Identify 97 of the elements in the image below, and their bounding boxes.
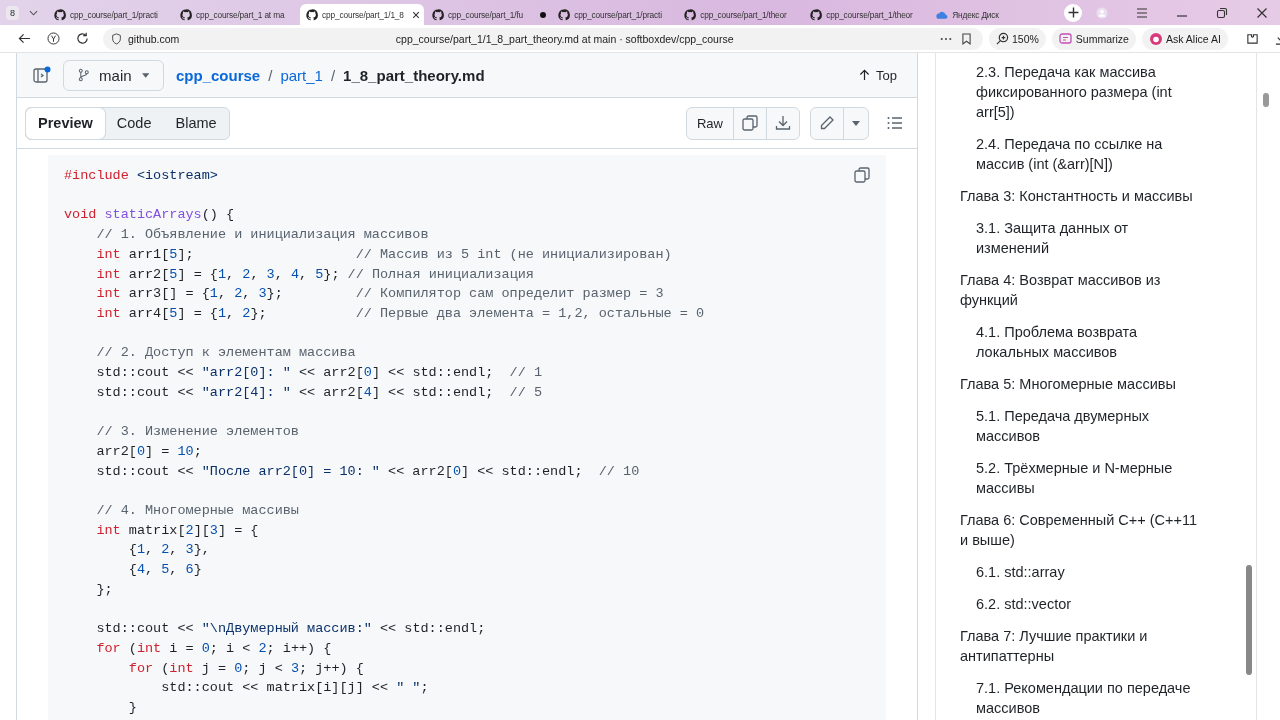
code-line: {4, 5, 6} xyxy=(127,561,202,579)
copy-icon xyxy=(854,167,870,183)
browser-tab[interactable]: Яндекс Диск xyxy=(930,4,1055,25)
code-line: } xyxy=(127,698,137,717)
outline-link[interactable]: Глава 6: Современный C++ (C++11 и выше) xyxy=(960,510,1205,550)
github-icon xyxy=(54,8,66,21)
code-line: }; xyxy=(95,580,113,599)
browser-tab[interactable]: cpp_course/part_1/theor xyxy=(804,4,929,25)
path-separator: / xyxy=(268,66,273,84)
outline-icon[interactable] xyxy=(887,116,903,130)
browser-logo-icon[interactable] xyxy=(47,32,60,45)
zoom-icon xyxy=(996,32,1009,45)
browser-tab[interactable]: cpp_course/part_1/fu xyxy=(426,4,551,25)
outline-link[interactable]: Глава 7: Лучшие практики и антипаттерны xyxy=(960,626,1205,666)
outline-link[interactable]: 2.4. Передача по ссылке на массив (int (&arr)[N]) xyxy=(960,134,1205,174)
tab-count[interactable]: 8 xyxy=(6,5,19,20)
code-line: std::cout << matrix[i][j] << " "; xyxy=(160,679,429,698)
breadcrumb-link[interactable]: cpp_course xyxy=(176,66,261,84)
zoom-button[interactable]: 150% xyxy=(989,27,1046,50)
code-line: // 3. Изменение элементов xyxy=(95,423,299,442)
view-tab[interactable]: Preview xyxy=(26,107,105,139)
copy-icon xyxy=(742,115,758,131)
pencil-icon xyxy=(819,115,835,131)
file-name: 1_8_part_theory.md xyxy=(343,66,485,84)
summarize-button[interactable]: Summarize xyxy=(1051,27,1136,50)
close-icon[interactable] xyxy=(412,10,421,19)
branch-selector[interactable]: main xyxy=(63,59,164,91)
code-line: // 4. Многомерные массивы xyxy=(95,501,299,520)
outline-link[interactable]: 5.2. Трёхмерные и N-мерные массивы xyxy=(960,458,1205,498)
code-line: int matrix[2][3] = { xyxy=(95,521,259,540)
copy-button[interactable] xyxy=(852,165,872,185)
code-line: int arr3[] = {1, 2, 3}; // Компилятор сам определит размер = 3 xyxy=(95,285,664,304)
address-bar[interactable]: github.com cpp_course/part_1/1_8_part_theory.md at main · softboxdev/cpp_course xyxy=(103,27,983,50)
github-icon xyxy=(558,8,571,21)
code-line: for (int i = 0; i < 2; i++) { xyxy=(95,639,332,658)
code-line: {1, 2, 3}, xyxy=(127,541,210,560)
outline-link[interactable]: 3.1. Защита данных от изменений xyxy=(960,218,1205,258)
branch-icon xyxy=(78,68,90,82)
sidebar-toggle-icon[interactable] xyxy=(33,66,51,84)
outline-link[interactable]: 4.1. Проблема возврата локальных массивов xyxy=(960,322,1205,362)
code-line: std::cout << "После arr2[0] = 10: " << arr2[0] << std::endl; // 10 xyxy=(95,462,640,481)
browser-tab[interactable]: cpp_course/part_1/theor xyxy=(678,4,803,25)
browser-tab[interactable]: cpp_course/part_1/practi xyxy=(48,4,173,25)
caret-icon xyxy=(141,72,149,78)
outline-link[interactable]: 7.1. Рекомендации по передаче массивов xyxy=(960,678,1205,718)
github-icon xyxy=(684,8,697,21)
code-line: int arr4[5] = {1, 2}; // Первые два элемента = 1,2, остальные = 0 xyxy=(95,304,705,323)
url-host: github.com xyxy=(128,32,180,45)
caret-icon xyxy=(852,120,860,126)
code-line: std::cout << "arr2[4]: " << arr2[4] << std::endl; // 5 xyxy=(95,383,543,402)
browser-tab[interactable]: cpp_course/part_1/1_8 xyxy=(300,4,425,25)
more-icon[interactable] xyxy=(940,36,952,41)
page-title: cpp_course/part_1/1_8_part_theory.md at main · softboxdev/cpp_course xyxy=(394,32,735,45)
shield-icon xyxy=(111,32,122,45)
code-line: #include <iostream> xyxy=(64,167,218,185)
close-icon[interactable] xyxy=(1255,6,1268,19)
extensions-icon[interactable] xyxy=(1245,32,1259,45)
code-line: void staticArrays() { xyxy=(64,206,235,225)
tab-indicator-dot xyxy=(540,11,547,18)
browser-tab[interactable]: cpp_course/part_1 at ma xyxy=(174,4,299,25)
menu-icon[interactable] xyxy=(1135,6,1148,19)
code-line: std::cout << "arr2[0]: " << arr2[0] << std::endl; // 1 xyxy=(95,364,543,382)
top-button[interactable]: Top xyxy=(853,66,903,84)
bookmark-icon[interactable] xyxy=(962,32,971,45)
github-icon xyxy=(810,8,823,21)
view-tab[interactable]: Code xyxy=(104,107,164,139)
outline-link[interactable]: 6.1. std::array xyxy=(960,562,1205,582)
outline-link[interactable]: Глава 3: Константность и массивы xyxy=(960,186,1205,206)
outline-link[interactable]: 5.1. Передача двумерных массивов xyxy=(960,406,1205,446)
summary-icon xyxy=(1058,31,1073,46)
up-arrow-icon xyxy=(859,69,871,81)
ask-alice-button[interactable]: Ask Alice AI xyxy=(1141,27,1228,50)
github-icon xyxy=(180,8,193,21)
code-line: int arr1[5]; // Массив из 5 int (не инициализирован) xyxy=(95,245,672,264)
view-tab[interactable]: Blame xyxy=(163,107,229,139)
restore-icon[interactable] xyxy=(1215,6,1228,19)
code-line: int arr2[5] = {1, 2, 3, 4, 5}; // Полная инициализация xyxy=(95,265,534,284)
github-icon xyxy=(432,8,445,21)
ring-icon xyxy=(1148,31,1163,46)
path-separator: / xyxy=(330,66,336,84)
code-line: for (int j = 0; j < 3; j++) { xyxy=(127,659,364,678)
back-arrow-icon[interactable] xyxy=(18,32,31,45)
breadcrumb-link[interactable]: part_1 xyxy=(280,66,323,84)
github-icon xyxy=(306,8,319,21)
outline-link[interactable]: 6.2. std::vector xyxy=(960,594,1205,614)
code-line: // 2. Доступ к элементам массива xyxy=(95,344,356,363)
chevron-down-icon[interactable] xyxy=(29,9,38,16)
code-line: arr2[0] = 10; xyxy=(95,442,202,461)
code-line: // 1. Объявление и инициализация массивов xyxy=(95,226,429,245)
code-line: std::cout << "\nДвумерный массив:" << std::endl; xyxy=(95,620,486,639)
reload-icon[interactable] xyxy=(76,32,89,45)
outline-link[interactable]: 2.3. Передача как массива фиксированного размера (int arr[5]) xyxy=(960,62,1205,122)
outline-link[interactable]: Глава 5: Многомерные массивы xyxy=(960,374,1205,394)
browser-tab[interactable]: cpp_course/part_1/practi xyxy=(552,4,677,25)
outline-link[interactable]: Глава 4: Возврат массивов из функций xyxy=(960,270,1205,310)
download-icon xyxy=(775,115,791,131)
new-tab-button[interactable] xyxy=(1064,3,1082,22)
